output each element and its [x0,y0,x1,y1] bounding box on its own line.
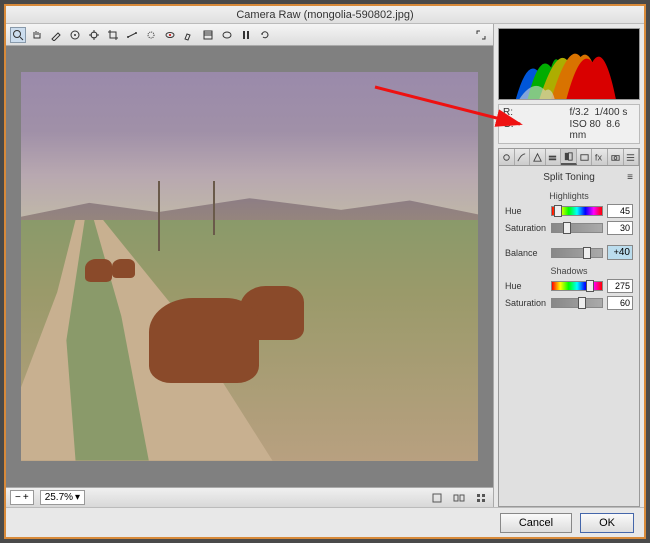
window-title: Camera Raw (mongolia-590802.jpg) [6,6,644,24]
r-label: R: [503,107,569,118]
tab-hsl[interactable] [546,149,562,165]
balance-label: Balance [505,248,547,258]
rotate-tool[interactable] [257,27,273,43]
tab-curve[interactable] [515,149,531,165]
white-balance-tool[interactable] [48,27,64,43]
radial-filter-tool[interactable] [219,27,235,43]
ok-button[interactable]: OK [580,513,634,533]
status-icon-1[interactable] [429,490,445,506]
cancel-button[interactable]: Cancel [500,513,572,533]
panel-menu-icon[interactable]: ≡ [627,172,633,183]
preferences-tool[interactable] [238,27,254,43]
toggle-fullscreen-icon[interactable] [473,27,489,43]
balance-slider[interactable] [551,248,603,258]
balance-value[interactable]: +40 [607,245,633,260]
dialog-footer: Cancel OK [6,507,644,537]
hl-sat-label: Saturation [505,223,547,233]
status-icon-2[interactable] [451,490,467,506]
zoom-level[interactable]: 25.7%▾ [40,490,85,505]
hl-hue-value[interactable]: 45 [607,204,633,218]
adjustment-brush-tool[interactable] [181,27,197,43]
tab-presets[interactable] [624,149,640,165]
status-icon-3[interactable] [473,490,489,506]
histogram[interactable] [498,28,640,100]
sh-sat-label: Saturation [505,298,547,308]
hand-tool[interactable] [29,27,45,43]
svg-text:fx: fx [595,152,603,162]
sh-hue-label: Hue [505,281,547,291]
zoom-tool[interactable] [10,27,26,43]
targeted-adjustment-tool[interactable] [86,27,102,43]
hl-sat-slider[interactable] [551,223,603,233]
camera-raw-dialog: Camera Raw (mongolia-590802.jpg) −+ 25.7… [4,4,646,539]
adjustment-tabs: fx [498,148,640,166]
crop-tool[interactable] [105,27,121,43]
hl-hue-slider[interactable] [551,206,603,216]
tab-fx[interactable]: fx [592,149,608,165]
image-preview[interactable] [6,46,493,487]
straighten-tool[interactable] [124,27,140,43]
tab-lens[interactable] [577,149,593,165]
hl-sat-value[interactable]: 30 [607,221,633,235]
aperture-value: f/3.2 1/400 s [570,107,636,118]
redeye-tool[interactable] [162,27,178,43]
iso-value: ISO 80 8.6 mm [570,119,636,141]
tab-split-toning[interactable] [561,149,577,165]
spot-removal-tool[interactable] [143,27,159,43]
graduated-filter-tool[interactable] [200,27,216,43]
tab-basic[interactable] [499,149,515,165]
shadows-label: Shadows [505,266,633,276]
sh-hue-value[interactable]: 275 [607,279,633,293]
hl-hue-label: Hue [505,206,547,216]
sh-sat-slider[interactable] [551,298,603,308]
status-bar: −+ 25.7%▾ [6,487,493,507]
sh-sat-value[interactable]: 60 [607,296,633,310]
sh-hue-slider[interactable] [551,281,603,291]
highlights-label: Highlights [505,191,633,201]
tab-detail[interactable] [530,149,546,165]
split-toning-panel: Split Toning≡ Highlights Hue 45 Saturati… [498,166,640,507]
panel-title: Split Toning≡ [505,170,633,185]
g-label: G: [503,119,569,141]
color-sampler-tool[interactable] [67,27,83,43]
zoom-stepper[interactable]: −+ [10,490,34,505]
tool-toolbar [6,24,493,46]
exif-info: R: f/3.2 1/400 s G: ISO 80 8.6 mm [498,104,640,144]
tab-camera[interactable] [608,149,624,165]
